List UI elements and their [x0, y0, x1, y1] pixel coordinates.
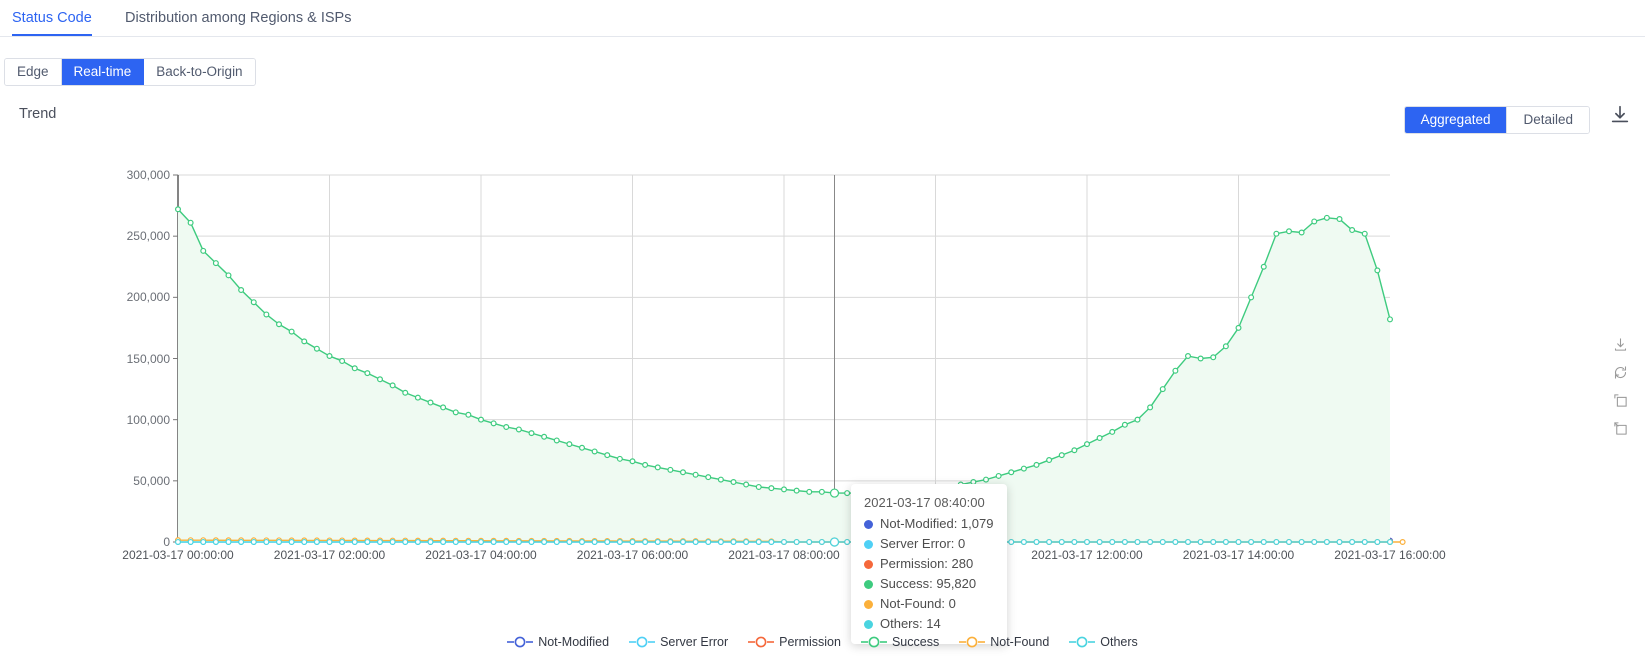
legend-item[interactable]: Success	[860, 635, 940, 649]
legend-item-label: Success	[891, 635, 940, 649]
download-icon[interactable]	[1609, 104, 1631, 130]
legend-marker-icon	[959, 636, 986, 648]
tooltip-series-text: Success: 95,820	[880, 576, 977, 591]
tooltip-row: Success: 95,820	[864, 574, 993, 594]
y-tick-label: 200,000	[126, 290, 170, 305]
tooltip-series-dot	[864, 559, 873, 569]
x-tick-label: 2021-03-17 06:00:00	[576, 548, 689, 562]
y-tick-label: 250,000	[126, 229, 170, 244]
x-tick-label: 2021-03-17 08:00:00	[728, 548, 840, 562]
x-tick-label: 2021-03-17 00:00:00	[122, 548, 234, 562]
tooltip-series-dot	[864, 539, 873, 549]
tooltip-series-dot	[864, 519, 873, 529]
legend-item[interactable]: Not-Found	[959, 635, 1049, 649]
tooltip-series-text: Permission: 280	[880, 556, 974, 571]
legend-item-label: Permission	[779, 635, 841, 649]
y-tick-label: 300,000	[126, 168, 170, 182]
toggle-aggregated[interactable]: Aggregated	[1404, 107, 1507, 133]
panel-title: Trend	[19, 106, 57, 122]
legend-marker-icon	[1069, 636, 1096, 648]
tooltip-series-dot	[864, 599, 873, 609]
tooltip-title: 2021-03-17 08:40:00	[864, 495, 985, 510]
tooltip-series-text: Server Error: 0	[880, 536, 966, 551]
tooltip-series-dot	[864, 579, 873, 589]
x-tick-label: 2021-03-17 04:00:00	[425, 548, 537, 562]
legend-item[interactable]: Others	[1069, 635, 1138, 649]
tooltip-series-text: Not-Found: 0	[880, 596, 956, 611]
legend-marker-icon	[629, 636, 656, 648]
data-zoom-icon[interactable]	[1607, 386, 1633, 414]
chart-tooltip: 2021-03-17 08:40:00 Not-Modified: 1,079 S…	[851, 484, 1008, 644]
legend-marker-icon	[860, 636, 887, 648]
trend-chart[interactable]: 0 50,000 100,000 150,000 200,000 250,000 300,0…	[0, 150, 1645, 644]
legend-marker-icon	[748, 636, 775, 648]
segment-back-to-origin[interactable]: Back-to-Origin	[144, 59, 255, 85]
tooltip-row: Permission: 280	[864, 554, 993, 574]
chart-toolbox	[1607, 330, 1633, 442]
main-tabbar: Status Code Distribution among Regions &…	[0, 0, 1645, 37]
tooltip-row: Server Error: 0	[864, 534, 993, 554]
x-tick-label: 2021-03-17 16:00:00	[1334, 548, 1446, 562]
tooltip-rows: Not-Modified: 1,079 Server Error: 0 Permis…	[864, 514, 993, 634]
segment-real-time[interactable]: Real-time	[61, 59, 145, 85]
tooltip-row: Not-Modified: 1,079	[864, 514, 993, 534]
legend-item[interactable]: Not-Modified	[507, 635, 609, 649]
legend-item-label: Server Error	[660, 635, 729, 649]
legend-item-label: Others	[1100, 635, 1138, 649]
tab-status-code[interactable]: Status Code	[12, 0, 92, 36]
y-tick-label: 50,000	[133, 473, 170, 488]
y-tick-label: 150,000	[126, 351, 170, 366]
tab-distribution-regions-isps[interactable]: Distribution among Regions & ISPs	[125, 0, 351, 36]
x-tick-label: 2021-03-17 02:00:00	[273, 548, 386, 562]
y-tick-label: 0	[163, 535, 170, 549]
segment-edge[interactable]: Edge	[5, 59, 62, 85]
data-zoom-reset-icon[interactable]	[1607, 414, 1633, 442]
x-tick-label: 2021-03-17 12:00:00	[1031, 548, 1143, 562]
tooltip-row: Not-Found: 0	[864, 594, 993, 614]
x-tick-label: 2021-03-17 14:00:00	[1182, 548, 1295, 562]
source-segment-group: Edge Real-time Back-to-Origin	[4, 58, 256, 86]
status-code-trend-page: Status Code Distribution among Regions &…	[0, 0, 1645, 661]
save-image-icon[interactable]	[1607, 330, 1633, 358]
restore-icon[interactable]	[1607, 358, 1633, 386]
legend-item[interactable]: Permission	[748, 635, 841, 649]
y-tick-label: 100,000	[126, 412, 170, 427]
chart-legend: Not-Modified Server Error Permission Succes…	[0, 628, 1645, 656]
legend-item-label: Not-Modified	[538, 635, 610, 649]
legend-item-label: Not-Found	[990, 635, 1050, 649]
legend-marker-icon	[507, 636, 534, 648]
legend-item[interactable]: Server Error	[629, 635, 728, 649]
toggle-detailed[interactable]: Detailed	[1506, 107, 1589, 133]
tooltip-series-text: Not-Modified: 1,079	[880, 516, 994, 531]
aggregation-toggle-group: Aggregated Detailed	[1403, 106, 1590, 134]
